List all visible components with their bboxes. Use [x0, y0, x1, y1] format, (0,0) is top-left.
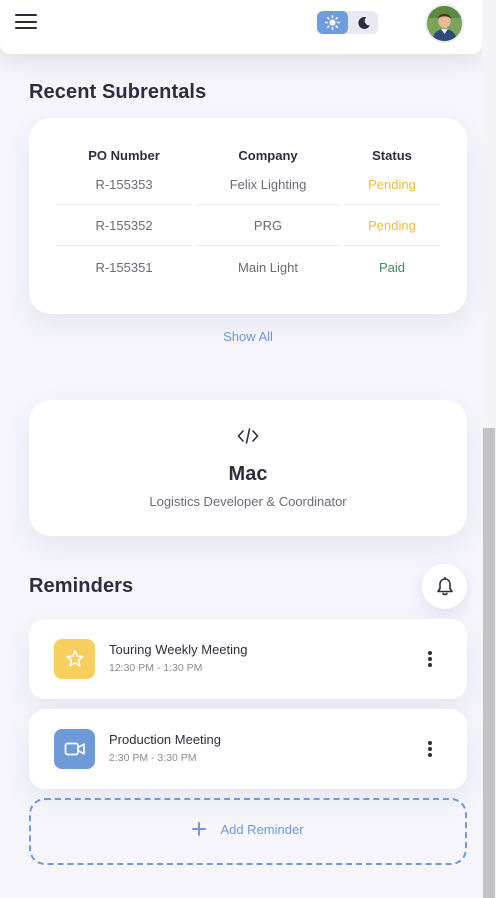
- sun-icon: [325, 15, 340, 30]
- column-header-company: Company: [238, 148, 298, 163]
- po-number-cell: R-155351: [95, 260, 153, 275]
- column-header-po-number: PO Number: [88, 148, 160, 163]
- light-mode-button[interactable]: [317, 11, 348, 34]
- company-cell: Felix Lighting: [229, 177, 307, 192]
- add-reminder-content: Add Reminder: [31, 822, 465, 837]
- show-all-label: Show All: [223, 329, 273, 344]
- more-options-icon[interactable]: [421, 645, 439, 671]
- po-number-cell: R-155353: [95, 177, 153, 192]
- reminder-item[interactable]: Production Meeting 2:30 PM - 3:30 PM: [29, 709, 467, 789]
- status-cell: Pending: [368, 177, 416, 192]
- code-icon: [237, 428, 259, 444]
- subrentals-card: PO Number Company Status R-155353 Felix …: [29, 118, 467, 314]
- subrentals-title: Recent Subrentals: [29, 81, 207, 103]
- row-divider: [56, 204, 192, 205]
- row-divider: [344, 245, 440, 246]
- reminder-time: 2:30 PM - 3:30 PM: [109, 752, 197, 764]
- po-number-cell: R-155352: [95, 218, 153, 233]
- reminder-item[interactable]: Touring Weekly Meeting 12:30 PM - 1:30 P…: [29, 619, 467, 699]
- reminders-title: Reminders: [29, 575, 134, 597]
- row-divider: [196, 245, 340, 246]
- reminder-title: Production Meeting: [109, 732, 222, 747]
- status-cell: Paid: [378, 260, 406, 275]
- moon-icon: [358, 16, 370, 29]
- status-cell: Pending: [368, 218, 416, 233]
- avatar[interactable]: [425, 4, 464, 43]
- company-cell: Main Light: [238, 260, 298, 275]
- video-camera-icon: [64, 742, 85, 756]
- reminder-title: Touring Weekly Meeting: [109, 642, 248, 657]
- reminder-time: 12:30 PM - 1:30 PM: [109, 662, 203, 674]
- row-divider: [56, 245, 192, 246]
- profile-card: Mac Logistics Developer & Coordinator: [29, 400, 467, 536]
- plus-icon: [192, 822, 207, 836]
- notifications-button[interactable]: [422, 564, 467, 609]
- row-divider: [344, 204, 440, 205]
- add-reminder-label: Add Reminder: [220, 822, 304, 837]
- bell-icon: [436, 576, 453, 595]
- top-bar: [0, 0, 482, 54]
- reminder-icon-badge: [54, 729, 95, 769]
- reminder-icon-badge: [54, 639, 95, 679]
- row-divider: [196, 204, 340, 205]
- add-reminder-button[interactable]: Add Reminder: [29, 798, 467, 865]
- company-cell: PRG: [253, 218, 283, 233]
- show-all-link[interactable]: Show All: [0, 329, 496, 344]
- hamburger-menu-icon[interactable]: [15, 13, 37, 31]
- scrollbar-thumb[interactable]: [483, 428, 495, 898]
- profile-role: Logistics Developer & Coordinator: [149, 494, 347, 509]
- theme-toggle[interactable]: [317, 11, 378, 34]
- more-options-icon[interactable]: [421, 735, 439, 761]
- profile-name: Mac: [228, 463, 268, 485]
- star-icon: [65, 650, 84, 667]
- dark-mode-button[interactable]: [350, 11, 378, 34]
- column-header-status: Status: [372, 148, 412, 163]
